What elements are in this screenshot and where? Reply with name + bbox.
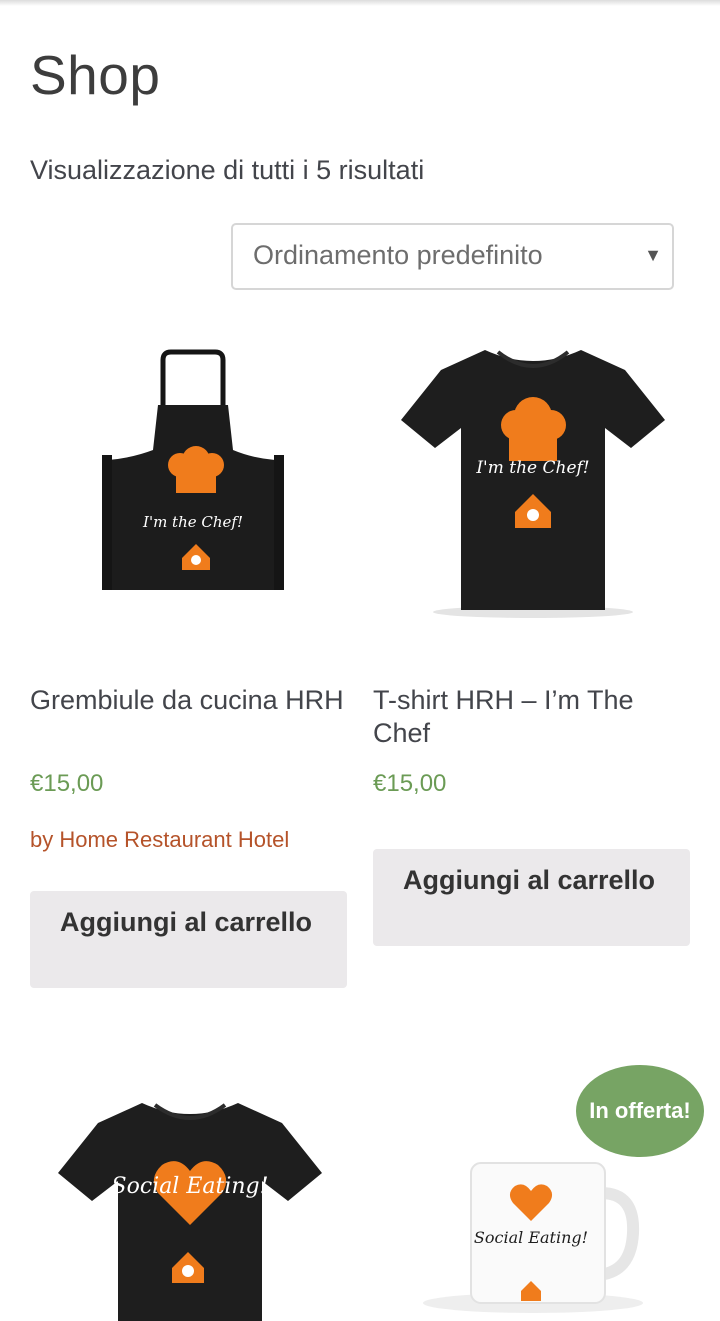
- mug-social-eating-image[interactable]: Social Eating!: [373, 1003, 691, 1321]
- svg-text:I'm the Chef!: I'm the Chef!: [475, 458, 589, 478]
- apron-image[interactable]: I'm the Chef!: [30, 320, 348, 638]
- svg-text:Social Eating!: Social Eating!: [112, 1174, 269, 1199]
- tshirt-social-eating-image[interactable]: Social Eating!: [30, 1003, 348, 1321]
- svg-text:I'm the Chef!: I'm the Chef!: [142, 513, 243, 531]
- sale-badge: In offerta!: [576, 1065, 704, 1157]
- product-card: I'm the Chef! T-shirt HRH – I’m The Chef…: [373, 320, 691, 950]
- orderby-selected-value: Ordinamento predefinito: [253, 240, 543, 270]
- add-to-cart-button[interactable]: Aggiungi al carrello: [30, 891, 347, 988]
- tshirt-chef-image[interactable]: I'm the Chef!: [373, 320, 691, 638]
- product-title[interactable]: T-shirt HRH – I’m The Chef: [373, 684, 691, 750]
- product-card: Social Eating!: [373, 1003, 691, 1321]
- top-shadow: [0, 0, 720, 6]
- add-to-cart-button[interactable]: Aggiungi al carrello: [373, 849, 690, 946]
- product-card: I'm the Chef! Grembiule da cucina HRH €1…: [30, 320, 348, 990]
- product-title[interactable]: Grembiule da cucina HRH: [30, 684, 348, 717]
- product-vendor[interactable]: by Home Restaurant Hotel: [30, 827, 289, 853]
- svg-text:Social Eating!: Social Eating!: [474, 1228, 588, 1247]
- product-card: Social Eating!: [30, 1003, 348, 1321]
- product-price: €15,00: [30, 770, 104, 797]
- result-count: Visualizzazione di tutti i 5 risultati: [30, 155, 425, 185]
- page-title: Shop: [30, 44, 161, 106]
- chevron-down-icon: ▼: [644, 245, 662, 265]
- product-price: €15,00: [373, 770, 447, 797]
- orderby-select[interactable]: Ordinamento predefinito ▼: [231, 223, 674, 290]
